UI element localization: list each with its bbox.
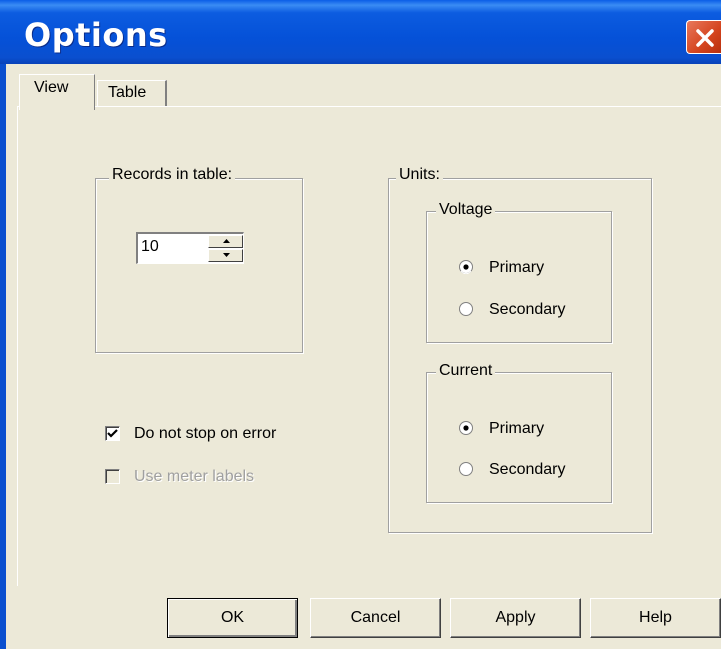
title-bar[interactable]: Options	[0, 0, 721, 64]
records-group	[95, 178, 303, 353]
current-secondary-label[interactable]: Secondary	[489, 461, 566, 479]
stop-on-error-label[interactable]: Do not stop on error	[134, 425, 276, 443]
records-spinner[interactable]: 10	[136, 232, 244, 264]
tab-view-label: View	[34, 79, 69, 96]
cancel-button[interactable]: Cancel	[310, 598, 441, 638]
meter-labels-label[interactable]: Use meter labels	[134, 468, 254, 486]
window-title: Options	[24, 16, 168, 54]
spinner-up-button[interactable]	[208, 235, 243, 248]
current-primary-label[interactable]: Primary	[489, 420, 544, 438]
units-group-label: Units:	[396, 166, 443, 184]
voltage-group-label: Voltage	[436, 201, 496, 219]
voltage-primary-radio[interactable]	[459, 260, 473, 274]
current-secondary-radio[interactable]	[459, 462, 473, 476]
close-button[interactable]	[686, 20, 721, 54]
records-input[interactable]: 10	[141, 238, 159, 256]
voltage-group	[426, 211, 612, 343]
checkmark-icon	[107, 429, 118, 438]
records-group-label: Records in table:	[109, 166, 236, 184]
arrow-up-icon	[223, 239, 230, 243]
close-icon	[696, 29, 714, 47]
current-primary-radio[interactable]	[459, 421, 473, 435]
arrow-down-icon	[223, 253, 230, 257]
current-group-label: Current	[436, 362, 496, 380]
ok-button[interactable]: OK	[167, 598, 298, 638]
spinner-down-button[interactable]	[208, 249, 243, 262]
stop-on-error-checkbox[interactable]	[105, 426, 120, 441]
voltage-primary-label[interactable]: Primary	[489, 259, 544, 277]
tab-table-label: Table	[108, 84, 147, 101]
meter-labels-checkbox[interactable]	[105, 469, 120, 484]
tab-table[interactable]: Table	[97, 80, 167, 106]
tab-view[interactable]: View	[19, 74, 95, 110]
voltage-secondary-radio[interactable]	[459, 302, 473, 316]
voltage-secondary-label[interactable]: Secondary	[489, 301, 566, 319]
help-button[interactable]: Help	[590, 598, 721, 638]
apply-button[interactable]: Apply	[450, 598, 581, 638]
